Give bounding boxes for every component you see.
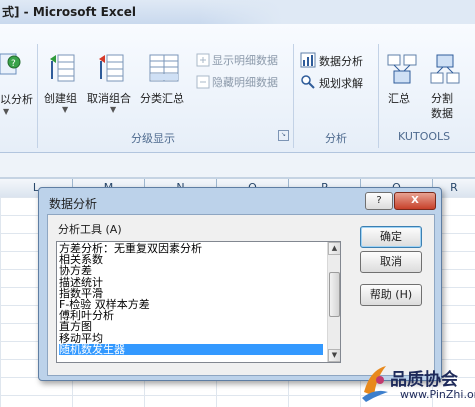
show-detail-label: 显示明细数据 bbox=[212, 54, 278, 67]
summary-label: 汇总 bbox=[388, 92, 410, 105]
formula-bar[interactable] bbox=[0, 153, 475, 178]
group-separator bbox=[37, 44, 38, 148]
window-title: 式] - Microsoft Excel bbox=[2, 5, 136, 19]
group-separator bbox=[378, 44, 379, 148]
kutools-group-label: KUTOOLS bbox=[398, 130, 451, 143]
summary-button[interactable]: 汇总 bbox=[384, 49, 420, 109]
watermark-name: 品质协会 bbox=[390, 370, 458, 390]
scroll-up-icon[interactable]: ▲ bbox=[328, 242, 340, 255]
group-button[interactable]: 创建组 ▼ bbox=[42, 49, 86, 119]
close-icon: X bbox=[411, 195, 419, 206]
partial-analysis-icon[interactable]: ? bbox=[0, 50, 22, 80]
data-analysis-button[interactable]: 数据分析 bbox=[300, 52, 372, 68]
data-analysis-icon bbox=[300, 52, 316, 68]
analysis-tool-item[interactable]: 描述统计 bbox=[59, 277, 323, 288]
watermark: 品质协会 www.PinZhi.org bbox=[360, 362, 475, 407]
analysis-tool-item[interactable]: 相关系数 bbox=[59, 254, 323, 265]
subtotal-icon bbox=[149, 54, 179, 82]
partial-dropdown-arrow[interactable]: ▼ bbox=[3, 107, 9, 116]
data-analysis-label: 数据分析 bbox=[319, 55, 363, 68]
data-analysis-dialog: 数据分析 ? X 分析工具 (A) 方差分析：无重复双因素分析 相关系数 协方差 描述… bbox=[38, 187, 442, 381]
ungroup-label: 取消组合 bbox=[87, 92, 131, 105]
title-bar: 式] - Microsoft Excel bbox=[0, 0, 475, 25]
analysis-tools-label: 分析工具 (A) bbox=[58, 223, 122, 236]
analysis-tool-item[interactable]: 直方图 bbox=[59, 321, 323, 332]
analysis-tool-item[interactable]: 协方差 bbox=[59, 265, 323, 276]
help-button[interactable]: 帮助 (H) bbox=[360, 284, 422, 306]
hide-detail-icon bbox=[196, 75, 210, 89]
scroll-thumb[interactable] bbox=[329, 272, 340, 317]
ok-button[interactable]: 确定 bbox=[360, 226, 422, 248]
hide-detail-button[interactable]: 隐藏明细数据 bbox=[196, 74, 296, 90]
create-group-icon bbox=[50, 54, 75, 82]
analysis-group-label: 分析 bbox=[325, 132, 347, 145]
ribbon: ? 以分析 ▼ 创建组 ▼ 取消组合 ▼ 分类汇总 显示明细数据 隐藏明细数据 … bbox=[0, 24, 475, 153]
scroll-down-icon[interactable]: ▼ bbox=[328, 349, 340, 362]
solver-label: 规划求解 bbox=[319, 77, 363, 90]
help-icon: ? bbox=[376, 195, 382, 206]
dialog-title: 数据分析 bbox=[49, 197, 98, 211]
ungroup-icon bbox=[99, 54, 124, 82]
pinzhi-logo-icon bbox=[362, 366, 388, 402]
hide-detail-label: 隐藏明细数据 bbox=[212, 76, 278, 89]
title-bar-fade bbox=[200, 0, 475, 24]
show-detail-button[interactable]: 显示明细数据 bbox=[196, 52, 296, 68]
listbox-scrollbar[interactable]: ▲ ▼ bbox=[327, 242, 340, 362]
subtotal-button[interactable]: 分类汇总 bbox=[140, 49, 190, 105]
partial-analysis-label[interactable]: 以分析 bbox=[0, 91, 33, 107]
dialog-client-area: 分析工具 (A) 方差分析：无重复双因素分析 相关系数 协方差 描述统计 指数平滑 F-检… bbox=[47, 214, 435, 376]
subtotal-label: 分类汇总 bbox=[140, 92, 184, 105]
help-title-button[interactable]: ? bbox=[365, 192, 393, 210]
solver-icon bbox=[301, 75, 315, 89]
close-button[interactable]: X bbox=[394, 192, 436, 210]
split-data-icon bbox=[430, 54, 460, 84]
split-label-line1: 分割 bbox=[431, 92, 453, 105]
split-label-line2: 数据 bbox=[431, 107, 453, 120]
analysis-tool-item[interactable]: 傅利叶分析 bbox=[59, 310, 323, 321]
ungroup-button[interactable]: 取消组合 ▼ bbox=[87, 49, 139, 119]
split-data-button[interactable]: 分割 数据 bbox=[425, 49, 465, 124]
dropdown-arrow: ▼ bbox=[110, 105, 117, 114]
show-detail-icon bbox=[196, 53, 210, 67]
analysis-tool-item[interactable]: 随机数发生器 bbox=[59, 343, 323, 355]
svg-text:?: ? bbox=[11, 59, 16, 69]
analysis-tools-listbox[interactable]: 方差分析：无重复双因素分析 相关系数 协方差 描述统计 指数平滑 F-检验 双样本方差 傅利… bbox=[56, 241, 341, 363]
group-label: 创建组 bbox=[44, 92, 77, 105]
watermark-url: www.PinZhi.org bbox=[400, 388, 475, 401]
group-separator bbox=[293, 44, 294, 148]
solver-button[interactable]: 规划求解 bbox=[300, 74, 372, 90]
summary-icon bbox=[387, 54, 417, 84]
dropdown-arrow: ▼ bbox=[62, 105, 69, 114]
analysis-tool-item[interactable]: 移动平均 bbox=[59, 333, 323, 344]
dialog-launcher-icon[interactable]: ↘ bbox=[278, 130, 289, 141]
cancel-button[interactable]: 取消 bbox=[360, 251, 422, 273]
outline-group-label: 分级显示 bbox=[131, 132, 175, 145]
